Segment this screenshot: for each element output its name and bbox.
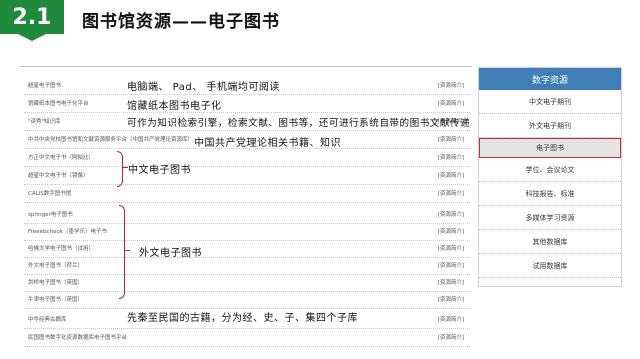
resource-row[interactable]: springer电子图书 [资源简介] [24, 206, 470, 224]
annotation-knowledge-search: 可作为知识检索引擎，检索文献、图书等，还可进行系统自带的图书文献传递 [127, 118, 471, 129]
resource-link[interactable]: 超星中文电子书（镜像） [28, 171, 89, 179]
slide-title: 图书馆资源——电子图书 [82, 12, 280, 32]
resource-intro-link[interactable]: [资源简介] [438, 171, 464, 179]
annotation-reading-devices: 电脑端、 Pad、 手机端均可阅读 [127, 82, 280, 93]
resource-row[interactable]: 外文电子图书（荷兰） [资源简介] [24, 257, 470, 275]
annotation-ancient-books: 先秦至民国的古籍，分为经、史、子、集四个子库 [127, 313, 358, 324]
resource-link[interactable]: 中华经典古籍库 [28, 315, 67, 323]
resource-link[interactable]: 外文电子图书（荷兰） [28, 261, 83, 269]
resource-link[interactable]: 方正中文电子书（阿帕比） [28, 153, 94, 161]
resource-row[interactable]: CALIS数字图书馆 [资源简介] [24, 185, 470, 203]
resource-row[interactable]: 哈佛大学电子图书（试用） [资源简介] [24, 240, 470, 258]
resource-list-panel: 超星电子图书 [资源简介] 馆藏纸本图书电子化平台 [资源简介] "读秀"知识库 [资… [20, 66, 472, 347]
resource-row[interactable]: 超星中文电子书（镜像） [资源简介] [24, 167, 470, 185]
resource-row[interactable]: 剑桥电子图书（英国） [资源简介] [24, 274, 470, 292]
resource-link[interactable]: 剑桥电子图书（英国） [28, 278, 83, 286]
annotation-party-theory: 中国共产党理论相关书籍、知识 [194, 138, 341, 149]
digital-resources-sidebar: 数字资源 中文电子期刊 外文电子期刊 电子图书 学位、会议论文 科技报告、标准 … [478, 67, 622, 287]
resource-link[interactable]: 牛津电子图书（英国） [28, 295, 83, 303]
sidebar-item-ebooks[interactable]: 电子图书 [479, 138, 621, 158]
resource-intro-link[interactable]: [资源简介] [438, 153, 464, 161]
resource-intro-link[interactable]: [资源简介] [438, 189, 464, 197]
annotation-chinese-ebooks: 中文电子图书 [128, 165, 191, 176]
resource-row[interactable]: 方正中文电子书（阿帕比） [资源简介] [24, 149, 470, 167]
sidebar-item-reports[interactable]: 科技报告、标准 [479, 182, 621, 206]
resource-link[interactable]: "读秀"知识库 [28, 117, 61, 125]
resource-link[interactable]: 馆藏纸本图书电子化平台 [28, 99, 89, 107]
resource-link[interactable]: 中共中央党校图书馆和文献资源服务平台（中国共产党理论资源库） [28, 135, 193, 143]
resource-link[interactable]: 哈佛大学电子图书（试用） [28, 244, 94, 252]
resource-intro-link[interactable]: [资源简介] [438, 278, 464, 286]
resource-row[interactable]: 民国图书数字化资源数据库电子图书平台 [资源简介] [24, 329, 470, 347]
resource-link[interactable]: springer电子图书 [28, 210, 73, 218]
sidebar-item-foreign-journals[interactable]: 外文电子期刊 [479, 114, 621, 138]
resource-intro-link[interactable]: [资源简介] [438, 244, 464, 252]
sidebar-item-trial-db[interactable]: 试用数据库 [479, 254, 621, 278]
resource-intro-link[interactable]: [资源简介] [438, 333, 464, 341]
slide-number-badge: 2.1 [0, 0, 64, 41]
sidebar-item-multimedia[interactable]: 多媒体学习资源 [479, 206, 621, 230]
resource-link[interactable]: 超星电子图书 [28, 81, 61, 89]
resource-link[interactable]: CALIS数字图书馆 [28, 189, 71, 197]
resource-intro-link[interactable]: [资源简介] [438, 81, 464, 89]
resource-link[interactable]: Freeebchook（墨学乐）电子书 [28, 227, 107, 235]
sidebar-item-chinese-journals[interactable]: 中文电子期刊 [479, 90, 621, 114]
resource-intro-link[interactable]: [资源简介] [438, 295, 464, 303]
annotation-paper-digitization: 馆藏纸本图书电子化 [127, 101, 222, 112]
sidebar-item-theses[interactable]: 学位、会议论文 [479, 158, 621, 182]
bracket-tip [125, 250, 130, 252]
resource-row[interactable]: Freeebchook（墨学乐）电子书 [资源简介] [24, 223, 470, 241]
resource-intro-link[interactable]: [资源简介] [438, 261, 464, 269]
resource-intro-link[interactable]: [资源简介] [438, 135, 464, 143]
resource-intro-link[interactable]: [资源简介] [438, 227, 464, 235]
resource-intro-link[interactable]: [资源简介] [438, 99, 464, 107]
annotation-foreign-ebooks: 外文电子图书 [139, 248, 202, 259]
sidebar-item-other-db[interactable]: 其他数据库 [479, 230, 621, 254]
sidebar-header: 数字资源 [479, 68, 621, 90]
resource-row[interactable]: 馆藏纸本图书电子化平台 [资源简介] [24, 95, 470, 113]
resource-intro-link[interactable]: [资源简介] [438, 315, 464, 323]
resource-row[interactable]: 牛津电子图书（英国） [资源简介] [24, 291, 470, 309]
chinese-ebook-bracket [117, 151, 123, 187]
resource-link[interactable]: 民国图书数字化资源数据库电子图书平台 [28, 333, 127, 341]
foreign-ebook-bracket [119, 205, 125, 299]
resource-intro-link[interactable]: [资源简介] [438, 210, 464, 218]
